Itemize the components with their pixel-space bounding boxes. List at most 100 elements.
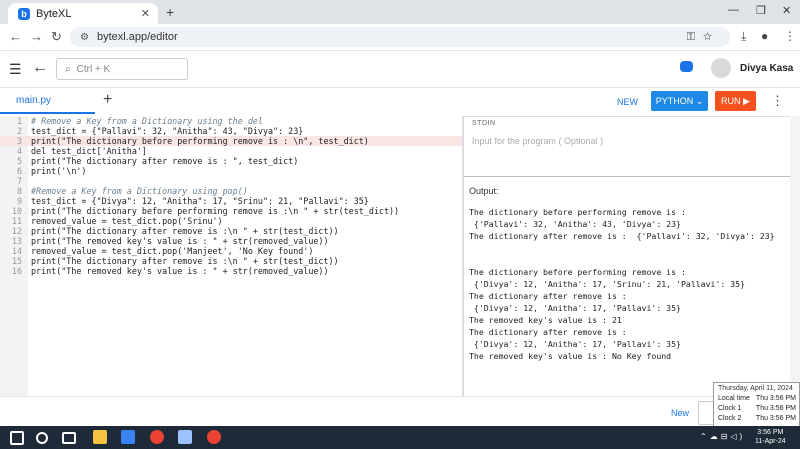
back-arrow-icon[interactable]: ←	[9, 29, 22, 44]
line-number: 3	[16, 136, 22, 146]
code-text[interactable]: print("The dictionary after remove is :\…	[31, 256, 339, 266]
avatar[interactable]	[711, 58, 731, 78]
profile-icon[interactable]: ●	[761, 29, 768, 43]
restore-button[interactable]: ❐	[756, 4, 766, 17]
code-line[interactable]: 7	[0, 176, 462, 186]
add-file-button[interactable]: +	[103, 91, 112, 109]
address-bar[interactable]: ⚙ bytexl.app/editor ⚿☆	[70, 27, 730, 47]
tooltip-label: Clock 2	[718, 415, 742, 422]
task-view-icon[interactable]	[62, 432, 76, 444]
box-app-icon[interactable]	[178, 430, 192, 444]
code-line[interactable]: 4 del test_dict['Anitha']	[0, 146, 462, 156]
browser-tab[interactable]: b ByteXL ✕	[8, 3, 158, 24]
system-tray-icons[interactable]: ⌃☁⊟◁)	[700, 432, 745, 441]
menu-icon[interactable]: ☰	[9, 61, 22, 78]
code-line[interactable]: 5 print("The dictionary after remove is :…	[0, 156, 462, 166]
code-text[interactable]: print("The dictionary after remove is :\…	[31, 226, 339, 236]
pane-divider[interactable]	[462, 116, 464, 396]
footer-new-button[interactable]: New	[671, 408, 689, 418]
output-line: The dictionary after remove is : {'Palla…	[469, 231, 775, 241]
code-editor[interactable]: 1 # Remove a Key from a Dictionary using …	[0, 116, 462, 396]
new-button[interactable]: NEW	[617, 97, 638, 107]
search-placeholder: Ctrl + K	[76, 63, 111, 75]
tab-close-icon[interactable]: ✕	[141, 7, 150, 20]
line-number: 1	[16, 116, 22, 126]
more-options-icon[interactable]: ⋮	[771, 93, 784, 109]
stdin-input[interactable]: Input for the program ( Optional )	[472, 136, 782, 146]
code-line[interactable]: 10 print("The dictionary before performin…	[0, 206, 462, 216]
line-number: 12	[11, 226, 22, 236]
code-text[interactable]: print("The dictionary after remove is : …	[31, 156, 298, 166]
run-button[interactable]: RUN ▶	[715, 91, 756, 111]
new-tab-button[interactable]: +	[166, 4, 174, 20]
code-line[interactable]: 14 removed_value = test_dict.pop('Manjeet…	[0, 246, 462, 256]
code-text[interactable]: #Remove a Key from a Dictionary using po…	[31, 186, 248, 196]
minimize-button[interactable]: —	[728, 4, 739, 16]
search-input[interactable]: ⌕ Ctrl + K	[56, 58, 188, 80]
chrome-icon[interactable]	[150, 430, 164, 444]
code-line[interactable]: 2 test_dict = {"Pallavi": 32, "Anitha": 4…	[0, 126, 462, 136]
tooltip-value: Thu 3:56 PM	[755, 405, 796, 412]
url-text: bytexl.app/editor	[96, 31, 178, 43]
scrollbar[interactable]	[790, 116, 800, 396]
file-tab-main[interactable]: main.py	[0, 88, 95, 114]
search-icon[interactable]	[36, 432, 48, 444]
code-line[interactable]: 15 print("The dictionary after remove is …	[0, 256, 462, 266]
app-header: ☰ ← ⌕ Ctrl + K Divya Kasa	[0, 51, 800, 88]
tooltip-label: Local time	[718, 395, 750, 402]
code-line[interactable]: 3 print("The dictionary before performing…	[0, 136, 462, 146]
code-text[interactable]: print("The dictionary before performing …	[31, 136, 369, 146]
code-line[interactable]: 1 # Remove a Key from a Dictionary using …	[0, 116, 462, 126]
code-text[interactable]: print("The removed key's value is : " + …	[31, 236, 329, 246]
output-line: The dictionary after remove is :	[469, 291, 627, 301]
code-line[interactable]: 13 print("The removed key's value is : " …	[0, 236, 462, 246]
output-line: {'Divya': 12, 'Anitha': 17, 'Pallavi': 3…	[469, 339, 681, 349]
language-select[interactable]: PYTHON ⌄	[651, 91, 708, 111]
reload-icon[interactable]: ↻	[51, 29, 62, 45]
output-line: {'Divya': 12, 'Anitha': 17, 'Pallavi': 3…	[469, 303, 681, 313]
line-number: 14	[11, 246, 22, 256]
browser-tab-strip: b ByteXL ✕ + — ❐ ✕	[0, 0, 800, 24]
taskbar-clock[interactable]: 3:56 PM 11-Apr-24	[755, 428, 786, 446]
download-icon[interactable]: ⤓	[741, 29, 746, 44]
bookmark-star-icon[interactable]: ⚿☆	[687, 31, 720, 44]
taskbar-time: 3:56 PM	[757, 429, 784, 436]
code-text[interactable]: # Remove a Key from a Dictionary using t…	[31, 116, 263, 126]
code-text[interactable]: test_dict = {"Pallavi": 32, "Anitha": 43…	[31, 126, 303, 136]
line-number: 7	[16, 176, 22, 186]
editor-toolbar: main.py + NEW PYTHON ⌄ RUN ▶ ⋮	[0, 88, 800, 117]
app-icon[interactable]	[121, 430, 135, 444]
tooltip-row: Clock 2 Thu 3:56 PM	[718, 415, 796, 422]
line-number: 11	[11, 216, 22, 226]
site-info-icon[interactable]: ⚙	[80, 32, 89, 43]
output-line: The removed key's value is : No Key foun…	[469, 351, 672, 361]
code-line[interactable]: 16 print("The removed key's value is : " …	[0, 266, 462, 276]
code-text[interactable]: removed_value = test_dict.pop('Manjeet',…	[31, 246, 313, 256]
code-line[interactable]: 11 removed_value = test_dict.pop('Srinu')	[0, 216, 462, 226]
code-line[interactable]: 9 test_dict = {"Divya": 12, "Anitha": 17,…	[0, 196, 462, 206]
forward-arrow-icon[interactable]: →	[30, 29, 43, 44]
code-text[interactable]: removed_value = test_dict.pop('Srinu')	[31, 216, 223, 226]
file-explorer-icon[interactable]	[93, 430, 107, 444]
windows-start-icon[interactable]	[10, 431, 24, 445]
code-line[interactable]: 12 print("The dictionary after remove is …	[0, 226, 462, 236]
chrome-menu-icon[interactable]: ⋮	[784, 29, 796, 43]
chat-icon[interactable]	[680, 61, 693, 72]
code-text[interactable]: del test_dict['Anitha']	[31, 146, 147, 156]
output-line: {'Pallavi': 32, 'Anitha': 43, 'Divya': 2…	[469, 219, 681, 229]
browser-toolbar: ← → ↻ ⚙ bytexl.app/editor ⚿☆ ⤓ ● ⋮	[0, 24, 800, 51]
code-text[interactable]: print('\n')	[31, 166, 86, 176]
code-text[interactable]: print("The removed key's value is : " + …	[31, 266, 329, 276]
code-line[interactable]: 8 #Remove a Key from a Dictionary using p…	[0, 186, 462, 196]
output-line: The dictionary after remove is :	[469, 327, 627, 337]
code-text[interactable]: print("The dictionary before performing …	[31, 206, 399, 216]
back-arrow-icon[interactable]: ←	[32, 59, 48, 77]
code-line[interactable]: 6 print('\n')	[0, 166, 462, 176]
window-close-button[interactable]: ✕	[782, 4, 791, 17]
chrome-active-icon[interactable]	[207, 430, 221, 444]
line-number: 6	[16, 166, 22, 176]
user-name[interactable]: Divya Kasa	[740, 63, 793, 74]
code-text[interactable]: test_dict = {"Divya": 12, "Anitha": 17, …	[31, 196, 369, 206]
io-splitter[interactable]	[464, 176, 790, 177]
